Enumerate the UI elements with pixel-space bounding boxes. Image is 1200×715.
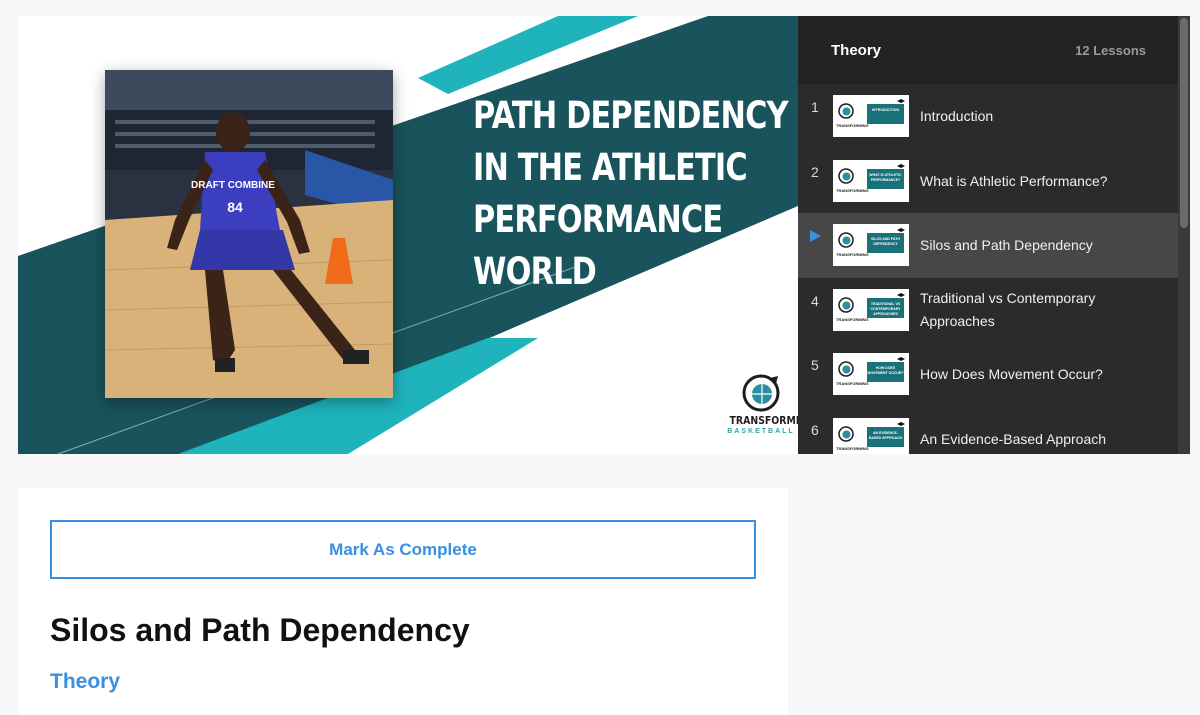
brand-name: TRANSFORMING	[729, 414, 798, 427]
playlist-header: Theory 12 Lessons	[798, 16, 1190, 84]
playlist-item[interactable]: 6 AN EVIDENCE-BASED APPROACH TRANSFORMING A…	[798, 407, 1178, 454]
lesson-thumbnail: TRADITIONAL VS CONTEMPORARY APPROACHES TR…	[833, 288, 909, 331]
thumbnail-caption: TRADITIONAL VS CONTEMPORARY APPROACHES	[867, 297, 904, 318]
mark-complete-button[interactable]: Mark As Complete	[50, 520, 756, 579]
thumbnail-caption: SILOS AND PATH DEPENDENCY	[867, 233, 904, 253]
lesson-title: Silos and Path Dependency	[920, 237, 1093, 253]
video-player[interactable]: DRAFT COMBINE 84 PATH DEPENDENCY IN THE …	[18, 16, 798, 454]
lesson-thumbnail: HOW DOES MOVEMENT OCCUR? TRANSFORMING	[833, 353, 909, 395]
slide-title-line: IN THE ATHLETIC	[473, 146, 748, 189]
thumbnail-caption: AN EVIDENCE-BASED APPROACH	[867, 426, 904, 447]
thumbnail-caption: WHAT IS ATHLETIC PERFORMANCE?	[867, 168, 904, 189]
lesson-info-card: Mark As Complete Silos and Path Dependen…	[18, 488, 788, 715]
slide-title-line: PERFORMANCE	[473, 198, 723, 241]
playlist-items: 1 INTRODUCTION TRANSFORMING Introduction 2 WH…	[798, 84, 1178, 454]
thumbnail-brand: TRANSFORMING	[836, 381, 869, 386]
thumbnail-brand: TRANSFORMING	[836, 445, 869, 451]
playlist-scrollbar[interactable]	[1178, 16, 1190, 454]
slide-title-line: WORLD	[473, 250, 597, 293]
lesson-thumbnail: SILOS AND PATH DEPENDENCY TRANSFORMING	[833, 224, 909, 266]
lesson-thumbnail: WHAT IS ATHLETIC PERFORMANCE? TRANSFORMIN…	[833, 159, 909, 202]
lesson-title: What is Athletic Performance?	[920, 172, 1108, 189]
playlist-item[interactable]: 5 HOW DOES MOVEMENT OCCUR? TRANSFORMING How…	[798, 342, 1178, 407]
lesson-count: 12 Lessons	[1075, 42, 1146, 58]
playlist-item[interactable]: 2 WHAT IS ATHLETIC PERFORMANCE? TRANSFORMI…	[798, 149, 1178, 214]
basketball-logo-icon	[742, 374, 780, 412]
basketball-logo-icon	[838, 425, 854, 442]
lesson-title: Introduction	[920, 108, 994, 124]
playlist-title: Theory	[831, 41, 882, 59]
thumbnail-caption: INTRODUCTION	[867, 104, 904, 124]
playlist-item[interactable]: SILOS AND PATH DEPENDENCY TRANSFORMING Sil…	[798, 213, 1178, 278]
lesson-title: Silos and Path Dependency	[50, 612, 470, 648]
athlete-photo: DRAFT COMBINE 84	[105, 70, 393, 398]
lesson-category-link[interactable]: Theory	[50, 670, 120, 694]
lesson-playlist: Theory 12 Lessons 1 INTRODUCTION TRANSFORM…	[798, 16, 1190, 454]
basketball-logo-icon	[838, 361, 854, 377]
basketball-logo-icon	[838, 103, 854, 119]
thumbnail-brand: TRANSFORMING	[836, 252, 869, 257]
lesson-thumbnail: INTRODUCTION TRANSFORMING	[833, 95, 909, 137]
lesson-number: 5	[811, 357, 819, 373]
lesson-number: 6	[811, 421, 819, 438]
lesson-number: 4	[811, 292, 819, 309]
brand-logo: TRANSFORMING BASKETBALL	[724, 374, 798, 435]
thumbnail-brand: TRANSFORMING	[836, 187, 869, 193]
brand-subtitle: BASKETBALL	[727, 428, 795, 435]
lesson-number: 1	[811, 99, 819, 115]
slide-title-line: PATH DEPENDENCY	[473, 94, 789, 137]
thumbnail-brand: TRANSFORMING	[836, 123, 869, 128]
basketball-logo-icon	[838, 167, 854, 184]
lesson-title: Traditional vs Contemporary Approaches	[920, 290, 1096, 329]
thumbnail-brand: TRANSFORMING	[836, 316, 869, 322]
playlist-item[interactable]: 1 INTRODUCTION TRANSFORMING Introduction	[798, 84, 1178, 149]
lesson-thumbnail: AN EVIDENCE-BASED APPROACH TRANSFORMING	[833, 417, 909, 454]
scrollbar-thumb[interactable]	[1180, 18, 1188, 228]
slide-title: PATH DEPENDENCY IN THE ATHLETIC PERFORMA…	[473, 90, 789, 298]
jersey-text: DRAFT COMBINE	[191, 180, 275, 191]
thumbnail-caption: HOW DOES MOVEMENT OCCUR?	[867, 362, 904, 382]
lesson-number: 2	[811, 163, 819, 180]
lesson-title: How Does Movement Occur?	[920, 366, 1103, 382]
basketball-logo-icon	[838, 232, 854, 248]
now-playing-icon	[810, 230, 821, 242]
basketball-logo-icon	[838, 296, 854, 313]
playlist-item[interactable]: 4 TRADITIONAL VS CONTEMPORARY APPROACHES T…	[798, 278, 1178, 343]
lesson-title: An Evidence-Based Approach	[920, 430, 1107, 447]
jersey-number: 84	[227, 199, 243, 215]
